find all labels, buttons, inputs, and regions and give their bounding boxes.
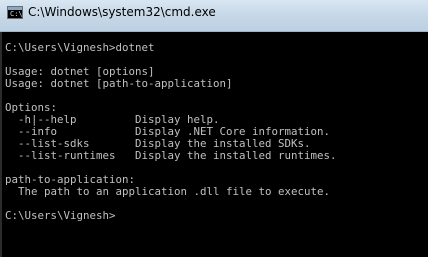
prompt-line: C:\Users\Vignesh>dotnet <box>5 41 155 54</box>
console-output[interactable]: C:\Users\Vignesh>dotnet Usage: dotnet [o… <box>0 32 428 257</box>
usage-line: Usage: dotnet [path-to-application] <box>5 77 233 90</box>
prompt-text: C:\Users\Vignesh> <box>5 209 116 222</box>
title-bar[interactable]: C:\ C:\Windows\system32\cmd.exe <box>0 0 428 32</box>
option-line: --list-runtimes Display the installed ru… <box>5 149 337 162</box>
cmd-window: C:\ C:\Windows\system32\cmd.exe C:\Users… <box>0 0 428 257</box>
window-border <box>0 32 2 257</box>
icon-prompt-glyph: C:\ <box>10 10 23 18</box>
path-description: The path to an application .dll file to … <box>5 185 331 198</box>
current-prompt[interactable]: C:\Users\Vignesh> <box>5 210 116 222</box>
cmd-console-icon[interactable]: C:\ <box>7 6 23 19</box>
window-title: C:\Windows\system32\cmd.exe <box>28 5 216 19</box>
